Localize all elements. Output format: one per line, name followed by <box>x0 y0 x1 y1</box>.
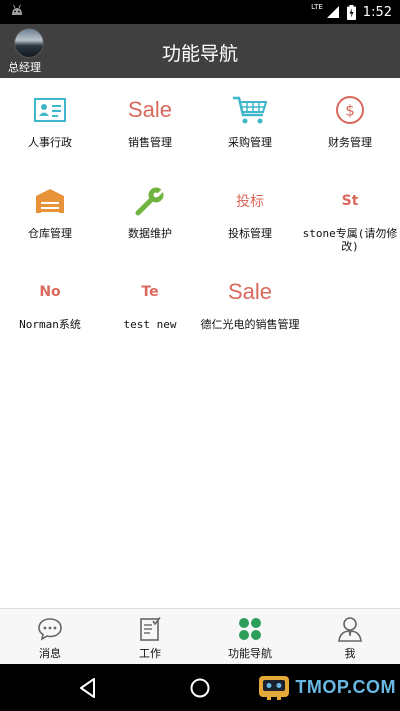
wrench-icon <box>135 187 165 216</box>
network-type: LTE <box>311 3 323 11</box>
module-purchasing[interactable]: 采购管理 <box>200 78 300 168</box>
test-text-icon: Te <box>141 284 159 300</box>
signal-icon <box>326 6 339 18</box>
module-deren-sales[interactable]: Sale 德仁光电的销售管理 <box>200 260 300 350</box>
tab-me[interactable]: 我 <box>300 609 400 665</box>
module-norman[interactable]: No Norman系统 <box>0 260 100 350</box>
tab-label: 工作 <box>139 647 161 660</box>
warehouse-icon <box>36 189 64 213</box>
watermark-text: TMOP.COM <box>295 676 396 697</box>
module-test-new[interactable]: Te test new <box>100 260 200 350</box>
module-warehouse[interactable]: 仓库管理 <box>0 169 100 259</box>
module-stone[interactable]: St stone专属(请勿修改) <box>300 169 400 259</box>
page-title: 功能导航 <box>161 43 238 65</box>
module-label: test new <box>123 318 177 331</box>
norman-text-icon: No <box>39 284 61 300</box>
module-label: Norman系统 <box>19 318 81 331</box>
module-label: 德仁光电的销售管理 <box>200 318 300 331</box>
home-icon[interactable] <box>188 676 212 700</box>
module-sales[interactable]: Sale 销售管理 <box>100 78 200 168</box>
app-header: 总经理 功能导航 <box>0 24 400 78</box>
tab-messages[interactable]: 消息 <box>0 609 100 665</box>
module-label: 人事行政 <box>28 136 72 149</box>
battery-icon <box>346 4 356 20</box>
tab-work[interactable]: 工作 <box>100 609 200 665</box>
shopping-cart-icon <box>233 96 268 124</box>
module-label: 财务管理 <box>328 136 372 149</box>
android-icon <box>12 4 22 15</box>
system-nav-bar: TMOP.COM <box>0 664 400 711</box>
module-hr-admin[interactable]: 人事行政 <box>0 78 100 168</box>
module-finance[interactable]: $ 财务管理 <box>300 78 400 168</box>
clipboard-icon <box>140 617 161 641</box>
bidding-text-icon: 投标 <box>236 194 264 210</box>
watermark: TMOP.COM <box>257 672 396 702</box>
id-card-icon <box>34 98 66 122</box>
tab-label: 消息 <box>39 647 61 660</box>
status-bar: LTE 1:52 <box>0 0 400 24</box>
module-label: 销售管理 <box>128 136 172 149</box>
module-label: 采购管理 <box>228 136 272 149</box>
bottom-nav: 消息 工作 功能导航 我 <box>0 608 400 664</box>
four-dots-icon <box>239 618 261 640</box>
tab-function-nav[interactable]: 功能导航 <box>200 609 300 665</box>
sales-text-icon: Sale <box>127 97 173 122</box>
sales-text-icon: Sale <box>227 279 273 304</box>
module-bidding[interactable]: 投标 投标管理 <box>200 169 300 259</box>
tab-label: 我 <box>344 647 356 660</box>
module-data-maintenance[interactable]: 数据维护 <box>100 169 200 259</box>
clock: 1:52 <box>362 4 392 20</box>
robot-logo-icon <box>259 676 290 700</box>
module-label: 仓库管理 <box>28 227 72 240</box>
svg-text:$: $ <box>345 102 355 120</box>
back-icon[interactable] <box>76 676 100 700</box>
module-label: stone专属(请勿修改) <box>302 227 398 253</box>
tab-label: 功能导航 <box>228 647 272 660</box>
person-icon <box>338 617 362 642</box>
stone-text-icon: St <box>341 193 359 209</box>
module-label: 数据维护 <box>128 227 172 240</box>
chat-bubble-icon <box>38 618 62 641</box>
module-label: 投标管理 <box>228 227 272 240</box>
dollar-circle-icon: $ <box>336 96 364 124</box>
